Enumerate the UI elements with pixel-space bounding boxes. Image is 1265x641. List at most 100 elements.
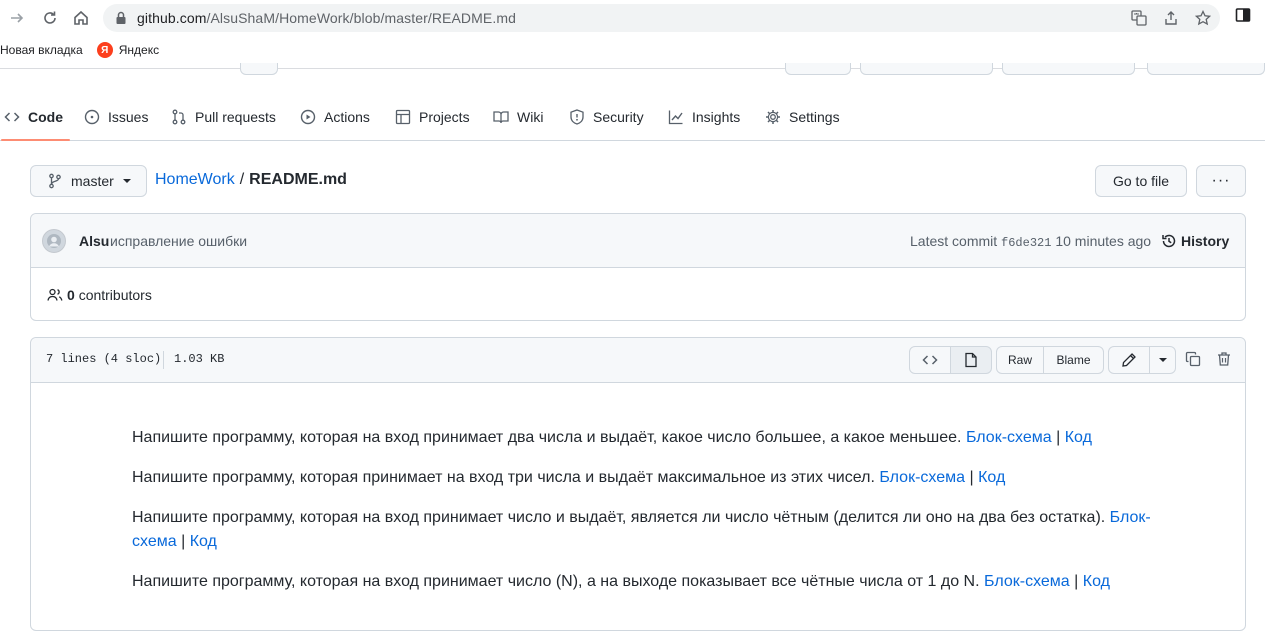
copy-icon[interactable]	[1185, 351, 1201, 370]
display-rendered-button[interactable]	[950, 346, 992, 374]
history-link[interactable]: History	[1161, 233, 1229, 249]
readme-paragraph: Напишите программу, которая на вход прин…	[132, 570, 1152, 594]
table-icon	[395, 109, 411, 125]
file-viewer: 7 lines (4 sloc) 1.03 KB Raw Blame Напиш…	[30, 337, 1246, 631]
button-label: Blame	[1056, 353, 1091, 367]
tab-settings[interactable]: Settings	[765, 94, 840, 140]
bookmark-yandex[interactable]: Я Яндекс	[96, 42, 160, 58]
flowchart-link[interactable]: Блок-схема	[984, 573, 1070, 590]
pull-request-icon	[172, 109, 186, 125]
readme-content: Напишите программу, которая на вход прин…	[132, 426, 1152, 610]
link-separator: |	[181, 533, 186, 550]
commit-info-box: Alsu исправление ошибки Latest commit f6…	[30, 213, 1246, 321]
readme-paragraph: Напишите программу, которая на вход прин…	[132, 426, 1152, 450]
contributors-link[interactable]: 0 contributors	[47, 287, 152, 303]
breadcrumb-file-name: README.md	[249, 171, 347, 188]
more-options-button[interactable]: ···	[1196, 165, 1246, 197]
readme-paragraph: Напишите программу, которая принимает на…	[132, 466, 1152, 490]
play-icon	[300, 109, 316, 125]
tab-wiki[interactable]: Wiki	[493, 94, 543, 140]
url-text: github.com/AlsuShaM/HomeWork/blob/master…	[137, 10, 516, 26]
file-line-count: 7 lines (4 sloc)	[46, 352, 162, 366]
tab-label: Issues	[108, 109, 149, 125]
tab-label: Actions	[324, 109, 370, 125]
reload-icon[interactable]	[37, 5, 63, 31]
bookmark-new-tab[interactable]: Новая вкладка	[0, 43, 83, 57]
caret-down-icon	[1158, 358, 1167, 362]
browser-toolbar: github.com/AlsuShaM/HomeWork/blob/master…	[0, 0, 1265, 69]
breadcrumb-repo-link[interactable]: HomeWork	[155, 171, 235, 188]
history-icon	[1162, 234, 1176, 248]
tab-label: Settings	[789, 109, 840, 125]
latest-commit-label: Latest commit	[910, 233, 998, 249]
tab-security[interactable]: Security	[569, 94, 644, 140]
tab-label: Insights	[692, 109, 741, 125]
code-link[interactable]: Код	[1083, 573, 1110, 590]
caret-down-icon	[122, 179, 131, 183]
repo-navigation: Code Issues Pull requests Actions Projec…	[0, 94, 1265, 141]
people-icon	[47, 288, 63, 301]
tab-actions[interactable]: Actions	[300, 94, 370, 140]
edit-options-dropdown[interactable]	[1149, 346, 1176, 374]
link-separator: |	[1056, 429, 1061, 446]
partial-header-button[interactable]	[1002, 63, 1135, 75]
contributors-label: contributors	[78, 287, 152, 303]
lock-icon	[115, 11, 127, 28]
file-size: 1.03 KB	[174, 352, 225, 366]
share-icon[interactable]	[1162, 9, 1180, 27]
task-text: Напишите программу, которая на вход прин…	[132, 509, 1106, 526]
commit-author[interactable]: Alsu	[79, 233, 109, 249]
avatar[interactable]	[42, 229, 66, 253]
blame-button[interactable]: Blame	[1043, 346, 1104, 374]
edit-file-button[interactable]	[1108, 346, 1150, 374]
tab-insights[interactable]: Insights	[668, 94, 740, 140]
star-icon[interactable]	[1194, 9, 1212, 27]
breadcrumb: HomeWork / README.md	[155, 171, 347, 189]
code-link[interactable]: Код	[978, 469, 1005, 486]
tab-projects[interactable]: Projects	[395, 94, 470, 140]
commit-message[interactable]: исправление ошибки	[110, 233, 247, 249]
partial-header-control	[240, 63, 278, 75]
partial-header-button[interactable]	[860, 63, 993, 75]
bookmark-label: Новая вкладка	[0, 43, 83, 57]
branch-selector-button[interactable]: master	[30, 165, 147, 197]
trash-icon[interactable]	[1216, 351, 1232, 370]
tab-label: Pull requests	[195, 109, 276, 125]
button-label: Go to file	[1112, 173, 1170, 189]
display-source-button[interactable]	[909, 346, 951, 374]
partial-header-button[interactable]	[1147, 63, 1265, 75]
tab-label: Projects	[419, 109, 470, 125]
home-icon[interactable]	[68, 5, 94, 31]
commit-time: 10 minutes ago	[1055, 233, 1152, 249]
forward-arrow-icon[interactable]	[4, 5, 30, 31]
address-bar[interactable]: github.com/AlsuShaM/HomeWork/blob/master…	[103, 4, 1220, 32]
button-label: Raw	[1007, 353, 1032, 367]
tab-pull-requests[interactable]: Pull requests	[171, 94, 276, 140]
issue-icon	[84, 109, 100, 125]
latest-commit-bar: Alsu исправление ошибки Latest commit f6…	[31, 214, 1245, 268]
file-icon	[965, 352, 977, 368]
partial-header-button[interactable]	[785, 63, 851, 75]
raw-button[interactable]: Raw	[996, 346, 1044, 374]
commit-sha[interactable]: f6de321	[1001, 236, 1051, 250]
tab-label: Wiki	[517, 109, 544, 125]
tab-code[interactable]: Code	[1, 94, 70, 141]
side-panel-icon[interactable]	[1235, 7, 1251, 26]
go-to-file-button[interactable]: Go to file	[1095, 165, 1187, 197]
translate-icon[interactable]	[1130, 9, 1148, 27]
github-user-icon	[47, 234, 61, 248]
tab-issues[interactable]: Issues	[84, 94, 148, 140]
code-icon	[4, 112, 20, 122]
link-separator: |	[969, 469, 974, 486]
tab-label: Code	[28, 109, 63, 125]
contributors-count: 0	[67, 287, 75, 303]
bookmark-label: Яндекс	[118, 43, 160, 57]
history-label: History	[1181, 233, 1230, 249]
readme-paragraph: Напишите программу, которая на вход прин…	[132, 506, 1152, 554]
shield-icon	[570, 109, 584, 125]
code-link[interactable]: Код	[1065, 429, 1092, 446]
task-text: Напишите программу, которая на вход прин…	[132, 429, 962, 446]
flowchart-link[interactable]: Блок-схема	[879, 469, 965, 486]
code-link[interactable]: Код	[190, 533, 217, 550]
flowchart-link[interactable]: Блок-схема	[966, 429, 1052, 446]
